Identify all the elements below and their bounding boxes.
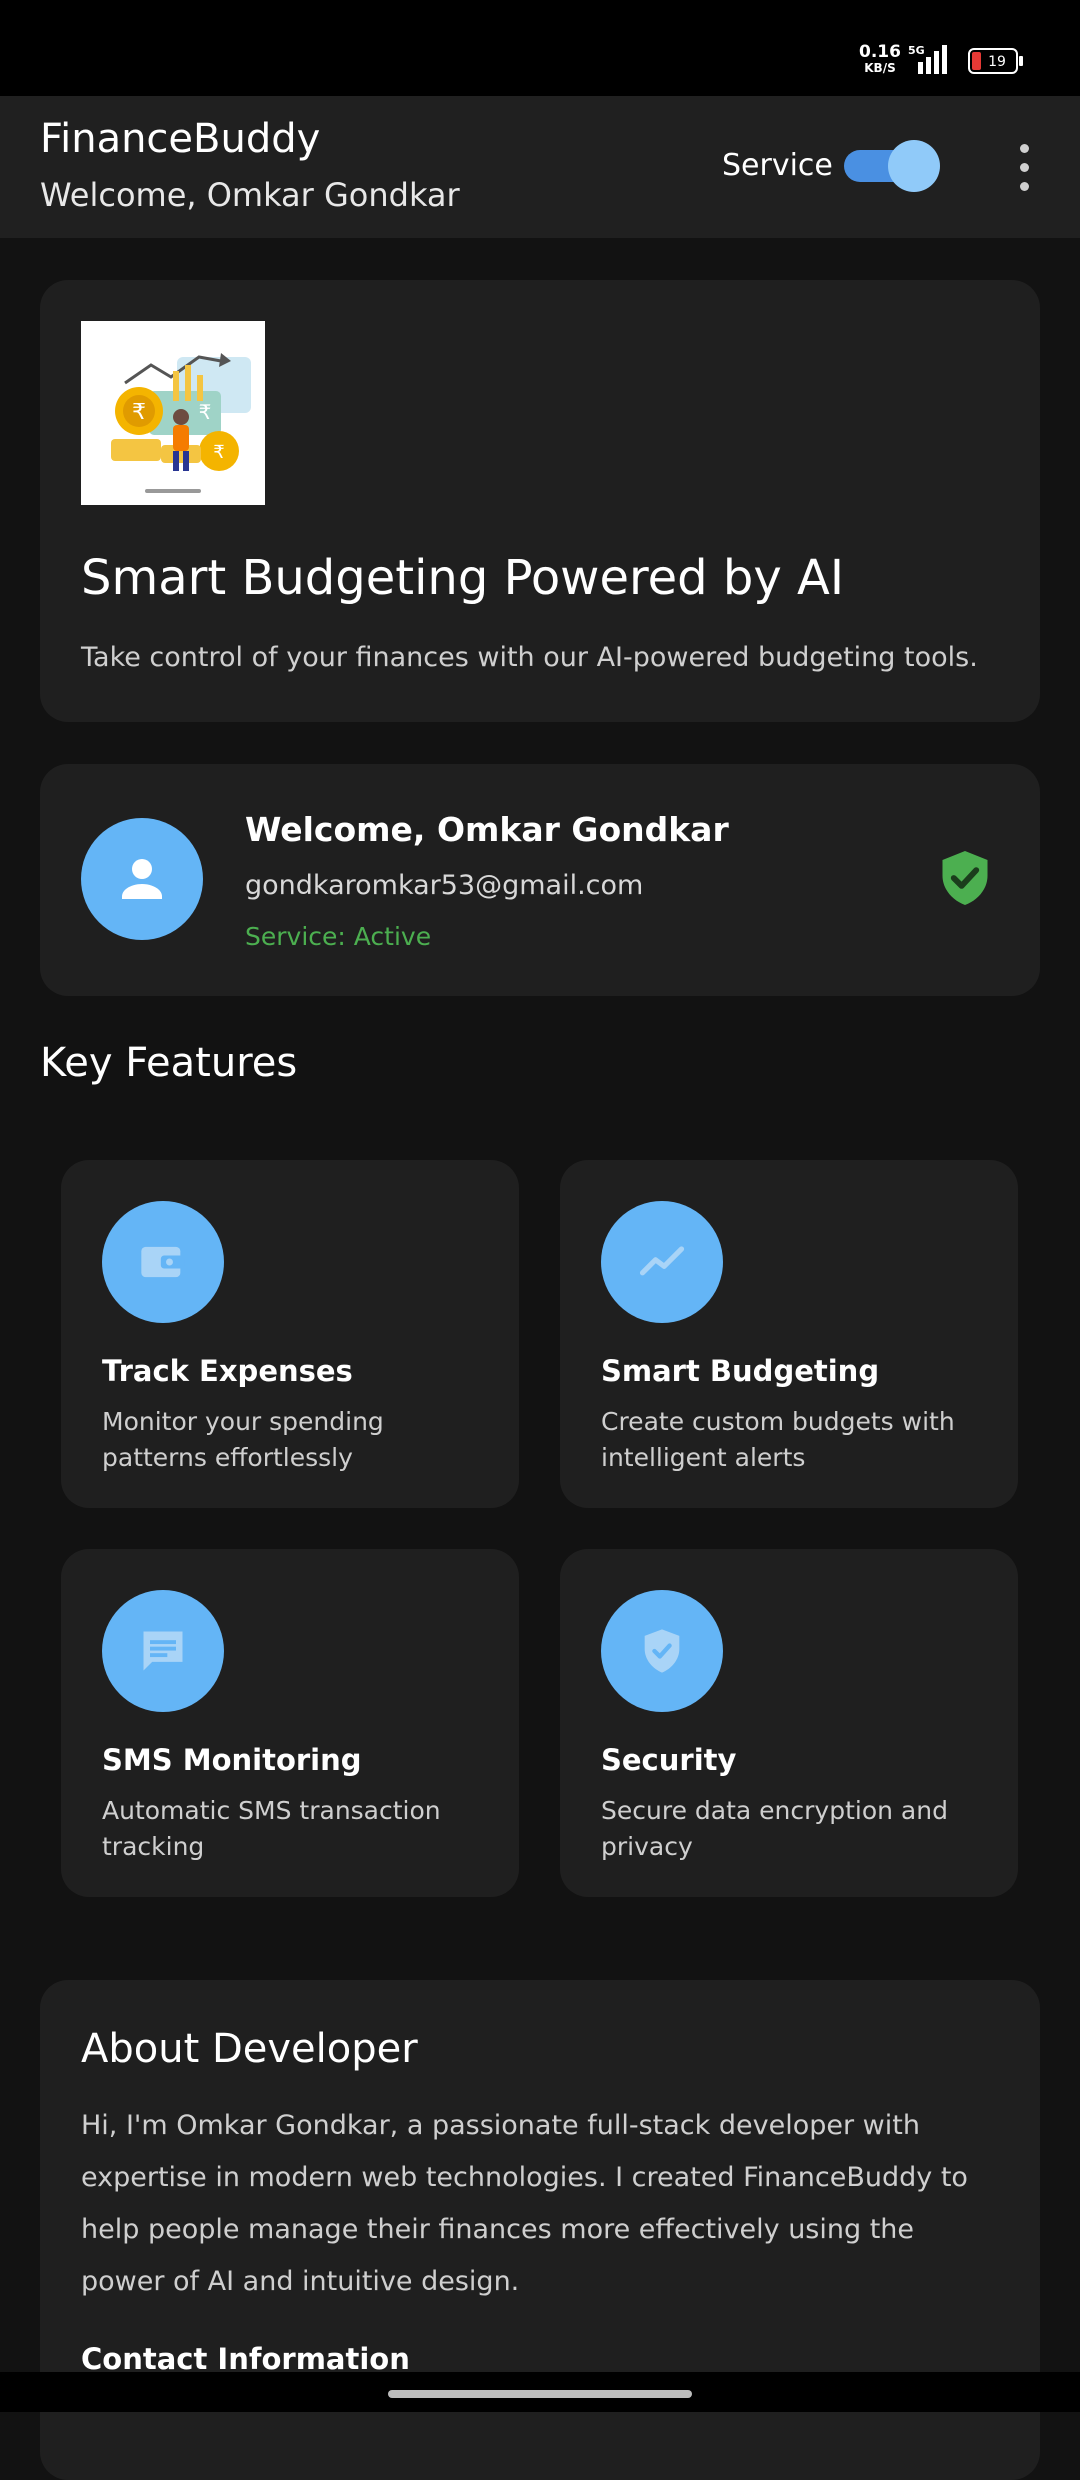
person-icon xyxy=(122,859,162,899)
app-title: FinanceBuddy xyxy=(40,116,321,162)
service-label: Service xyxy=(722,148,833,183)
network-type-label: 5G xyxy=(908,44,925,57)
service-status: Service: Active xyxy=(245,922,432,951)
feature-title: Smart Budgeting xyxy=(601,1354,880,1388)
toggle-thumb xyxy=(888,140,940,192)
feature-title: Security xyxy=(601,1743,737,1777)
app-subtitle: Welcome, Omkar Gondkar xyxy=(40,176,460,214)
feature-title: Track Expenses xyxy=(102,1354,353,1388)
service-toggle[interactable] xyxy=(844,140,940,192)
status-bar: 0.16 KB/S 5G 19 xyxy=(0,0,1080,96)
contact-information-title: Contact Information xyxy=(81,2342,410,2376)
shield-icon xyxy=(644,1629,680,1673)
features-section-title: Key Features xyxy=(40,1040,298,1086)
battery-level: 19 xyxy=(988,54,1006,70)
navigation-bar xyxy=(0,2372,1080,2412)
about-text: Hi, I'm Omkar Gondkar, a passionate full… xyxy=(81,2110,968,2297)
hero-description: Take control of your finances with our A… xyxy=(81,642,978,673)
svg-text:₹: ₹ xyxy=(132,400,146,425)
feature-title: SMS Monitoring xyxy=(102,1743,362,1777)
hero-card: ₹ ₹ ₹ Smart Budgeting Powered by AI Take… xyxy=(40,280,1040,722)
profile-name: Welcome, Omkar Gondkar xyxy=(245,810,729,849)
feature-description: Monitor your spending patterns effortles… xyxy=(102,1407,384,1472)
feature-description: Create custom budgets with intelligent a… xyxy=(601,1407,955,1472)
svg-text:₹: ₹ xyxy=(199,400,212,424)
feature-icon-circle xyxy=(601,1590,723,1712)
feature-card-track-expenses[interactable]: Track Expenses Monitor your spending pat… xyxy=(61,1160,519,1508)
network-speed-unit: KB/S xyxy=(864,61,896,75)
about-title: About Developer xyxy=(81,2026,418,2072)
feature-card-smart-budgeting[interactable]: Smart Budgeting Create custom budgets wi… xyxy=(560,1160,1018,1508)
feature-card-security[interactable]: Security Secure data encryption and priv… xyxy=(560,1549,1018,1897)
feature-icon-circle xyxy=(102,1590,224,1712)
trending-up-icon xyxy=(639,1246,685,1276)
feature-description: Secure data encryption and privacy xyxy=(601,1796,948,1861)
signal-icon: 5G xyxy=(908,44,947,74)
feature-icon-circle xyxy=(601,1201,723,1323)
svg-text:₹: ₹ xyxy=(213,442,224,463)
network-speed-value: 0.16 xyxy=(859,42,901,62)
profile-email: gondkaromkar53@gmail.com xyxy=(245,870,644,901)
home-indicator[interactable] xyxy=(388,2390,692,2398)
app-bar: FinanceBuddy Welcome, Omkar Gondkar Serv… xyxy=(0,96,1080,238)
feature-card-sms-monitoring[interactable]: SMS Monitoring Automatic SMS transaction… xyxy=(61,1549,519,1897)
feature-description: Automatic SMS transaction tracking xyxy=(102,1796,441,1861)
feature-icon-circle xyxy=(102,1201,224,1323)
finance-illustration: ₹ ₹ ₹ xyxy=(81,321,265,505)
battery-icon: 19 xyxy=(968,48,1024,74)
wallet-icon xyxy=(141,1246,185,1278)
more-vert-icon[interactable] xyxy=(1010,140,1038,196)
avatar xyxy=(81,818,203,940)
network-speed: 0.16 KB/S xyxy=(858,44,902,76)
message-icon xyxy=(143,1631,183,1671)
hero-title: Smart Budgeting Powered by AI xyxy=(81,550,845,606)
profile-card: Welcome, Omkar Gondkar gondkaromkar53@gm… xyxy=(40,764,1040,996)
verified-shield-icon xyxy=(942,851,988,905)
